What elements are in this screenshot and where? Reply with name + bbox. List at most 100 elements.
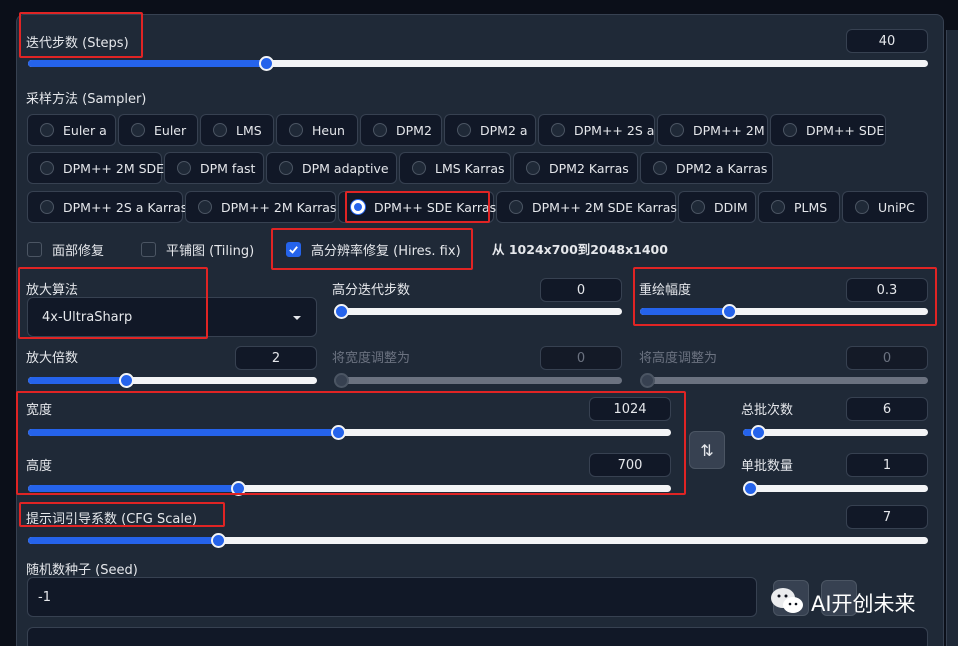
upscaler-label: 放大算法	[26, 283, 79, 298]
sampler-option-euler[interactable]: Euler	[118, 114, 198, 146]
seed-input[interactable]: -1	[27, 577, 757, 617]
collapsed-accordion[interactable]	[27, 627, 928, 646]
tiling-checkbox[interactable]: 平铺图 (Tiling)	[141, 240, 254, 259]
radio-icon	[412, 161, 426, 175]
batch-count-label: 总批次数	[741, 403, 794, 418]
denoise-label: 重绘幅度	[639, 283, 692, 298]
height-input[interactable]: 700	[589, 453, 671, 477]
radio-icon	[131, 123, 145, 137]
upscale-by-label: 放大倍数	[26, 351, 79, 366]
batch-count-slider-thumb[interactable]	[751, 425, 766, 440]
sampler-option-dpmpp-sde[interactable]: DPM++ SDE	[770, 114, 886, 146]
sampler-option-unipc[interactable]: UniPC	[842, 191, 928, 223]
swap-icon: ⇅	[700, 440, 714, 460]
sampler-option-plms[interactable]: PLMS	[758, 191, 840, 223]
sampler-option-dpmpp-2s-a-karras[interactable]: DPM++ 2S a Karras	[27, 191, 187, 223]
radio-icon	[855, 200, 869, 214]
watermark: AI开创未来	[769, 586, 916, 620]
swap-dimensions-button[interactable]: ⇅	[689, 431, 725, 469]
sampler-option-euler-a[interactable]: Euler a	[27, 114, 116, 146]
resize-width-slider	[334, 373, 622, 388]
upscale-by-input[interactable]: 2	[235, 346, 317, 370]
steps-slider[interactable]	[28, 56, 928, 71]
cfg-scale-slider-thumb[interactable]	[211, 533, 226, 548]
cfg-scale-slider[interactable]	[28, 533, 928, 548]
radio-icon	[691, 200, 705, 214]
sampler-option-dpm-fast[interactable]: DPM fast	[164, 152, 264, 184]
cfg-scale-input[interactable]: 7	[846, 505, 928, 529]
radio-icon	[40, 123, 54, 137]
sampler-option-dpmpp-sde-karras[interactable]: DPM++ SDE Karras	[338, 191, 496, 223]
batch-count-input[interactable]: 6	[846, 397, 928, 421]
sampler-option-dpmpp-2s-a[interactable]: DPM++ 2S a	[538, 114, 655, 146]
radio-icon	[670, 123, 684, 137]
denoise-slider-thumb[interactable]	[722, 304, 737, 319]
denoise-slider[interactable]	[640, 304, 928, 319]
resize-height-label: 将高度调整为	[639, 351, 718, 366]
radio-icon	[198, 200, 212, 214]
sampler-option-dpmpp-2m-sde-karras[interactable]: DPM++ 2M SDE Karras	[496, 191, 677, 223]
right-scroll-edge	[946, 30, 958, 646]
radio-icon	[40, 161, 54, 175]
hires-steps-slider-thumb[interactable]	[334, 304, 349, 319]
checkmark-icon	[286, 242, 301, 257]
sampler-option-lms[interactable]: LMS	[200, 114, 274, 146]
wechat-icon	[769, 586, 805, 620]
hires-steps-slider[interactable]	[334, 304, 622, 319]
sampler-option-lms-karras[interactable]: LMS Karras	[399, 152, 511, 184]
steps-input[interactable]: 40	[846, 29, 928, 53]
face-restore-checkbox[interactable]: 面部修复	[27, 240, 104, 259]
radio-icon	[373, 123, 387, 137]
batch-size-slider[interactable]	[743, 481, 928, 496]
hires-steps-input[interactable]: 0	[540, 278, 622, 302]
height-label: 高度	[26, 459, 53, 474]
sampler-option-dpmpp-2m[interactable]: DPM++ 2M	[657, 114, 768, 146]
resize-width-label: 将宽度调整为	[332, 351, 411, 366]
sampler-option-dpmpp-2m-karras[interactable]: DPM++ 2M Karras	[185, 191, 336, 223]
resize-width-input: 0	[540, 346, 622, 370]
radio-icon	[771, 200, 785, 214]
steps-slider-thumb[interactable]	[259, 56, 274, 71]
upscaler-value: 4x-UltraSharp	[42, 309, 133, 325]
sampler-option-dpm2-a-karras[interactable]: DPM2 a Karras	[640, 152, 773, 184]
batch-size-slider-thumb[interactable]	[743, 481, 758, 496]
sampler-option-dpmpp-2m-sde[interactable]: DPM++ 2M SDE	[27, 152, 164, 184]
radio-icon	[40, 200, 54, 214]
radio-selected-icon	[351, 200, 365, 214]
sampler-option-heun[interactable]: Heun	[276, 114, 358, 146]
upscale-by-slider[interactable]	[28, 373, 317, 388]
denoise-input[interactable]: 0.3	[846, 278, 928, 302]
checkbox-icon	[27, 242, 42, 257]
sampler-option-dpm-adaptive[interactable]: DPM adaptive	[266, 152, 397, 184]
sampler-option-ddim[interactable]: DDIM	[678, 191, 756, 223]
radio-icon	[783, 123, 797, 137]
radio-icon	[457, 123, 471, 137]
radio-icon	[279, 161, 293, 175]
width-slider-thumb[interactable]	[331, 425, 346, 440]
steps-label: 迭代步数 (Steps)	[26, 36, 129, 51]
resize-height-slider-thumb	[640, 373, 655, 388]
resize-width-slider-thumb	[334, 373, 349, 388]
width-slider[interactable]	[28, 425, 671, 440]
sampler-option-dpm2-karras[interactable]: DPM2 Karras	[513, 152, 638, 184]
radio-icon	[289, 123, 303, 137]
batch-size-input[interactable]: 1	[846, 453, 928, 477]
batch-count-slider[interactable]	[743, 425, 928, 440]
caret-down-icon	[292, 310, 302, 325]
upscale-by-slider-thumb[interactable]	[119, 373, 134, 388]
batch-size-label: 单批数量	[741, 459, 794, 474]
width-input[interactable]: 1024	[589, 397, 671, 421]
hires-resolution-info: 从 1024x700到2048x1400	[492, 242, 668, 257]
seed-label: 随机数种子 (Seed)	[26, 563, 138, 578]
sampler-option-dpm2-a[interactable]: DPM2 a	[444, 114, 536, 146]
height-slider-thumb[interactable]	[231, 481, 246, 496]
radio-icon	[509, 200, 523, 214]
upscaler-dropdown[interactable]: 4x-UltraSharp	[27, 297, 317, 337]
radio-icon	[177, 161, 191, 175]
radio-icon	[526, 161, 540, 175]
radio-icon	[653, 161, 667, 175]
hires-fix-checkbox[interactable]: 高分辨率修复 (Hires. fix)	[286, 240, 461, 259]
sampler-option-dpm2[interactable]: DPM2	[360, 114, 442, 146]
resize-height-slider	[640, 373, 928, 388]
height-slider[interactable]	[28, 481, 671, 496]
